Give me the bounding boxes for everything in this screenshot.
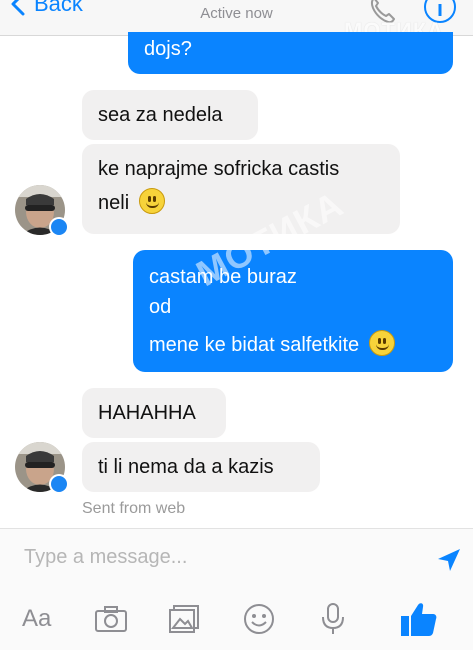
microphone-icon	[322, 603, 344, 634]
message-bubble-received[interactable]: ke naprajme sofricka castis neli	[82, 144, 400, 234]
like-button[interactable]	[398, 597, 438, 641]
like-thumb-icon	[401, 603, 437, 636]
message-bubble-sent[interactable]: castam be buraz od mene ke bidat salfetk…	[133, 250, 453, 372]
contact-avatar[interactable]	[15, 185, 69, 237]
message-line: mene ke bidat salfetkite	[149, 334, 360, 356]
smile-emoji-icon	[138, 188, 165, 214]
contact-avatar[interactable]	[15, 442, 69, 494]
message-text: HAHAHHA	[98, 402, 196, 424]
smile-emoji-icon	[368, 330, 395, 356]
sent-from-label: Sent from web	[82, 500, 186, 517]
message-bubble-received[interactable]: sea za nedela	[82, 90, 258, 140]
message-line: castam be buraz	[149, 266, 297, 288]
messenger-badge-icon	[49, 217, 69, 237]
message-bubble-received[interactable]: HAHAHHA	[82, 388, 226, 438]
microphone-button[interactable]	[320, 597, 346, 641]
camera-icon	[95, 606, 127, 632]
messenger-badge-icon	[49, 474, 69, 494]
message-line-with-emoji: mene ke bidat salfetkite	[149, 328, 437, 362]
message-input[interactable]: Type a message...	[24, 546, 187, 569]
gallery-icon	[169, 605, 199, 633]
emoji-icon	[244, 604, 274, 634]
gallery-button[interactable]	[168, 597, 200, 641]
composer-toolbar: Aa	[0, 597, 473, 641]
camera-button[interactable]	[94, 597, 128, 641]
message-composer: Type a message... Aa	[0, 528, 473, 650]
emoji-button[interactable]	[243, 597, 275, 641]
message-bubble-received[interactable]: ti li nema da a kazis	[82, 442, 320, 492]
chat-header: Back Active now МОТИКА	[0, 0, 473, 36]
message-text: ti li nema da a kazis	[98, 456, 274, 478]
send-button[interactable]	[436, 547, 462, 578]
message-line: ke naprajme sofricka castis	[98, 158, 340, 180]
message-line: neli	[98, 192, 130, 214]
message-text: sea za nedela	[98, 104, 223, 126]
message-text: dojs?	[144, 38, 192, 60]
message-line: od	[149, 296, 172, 318]
send-arrow-icon	[438, 549, 460, 571]
text-format-button[interactable]: Aa	[22, 597, 51, 641]
message-bubble-sent[interactable]: dojs?	[128, 32, 453, 74]
